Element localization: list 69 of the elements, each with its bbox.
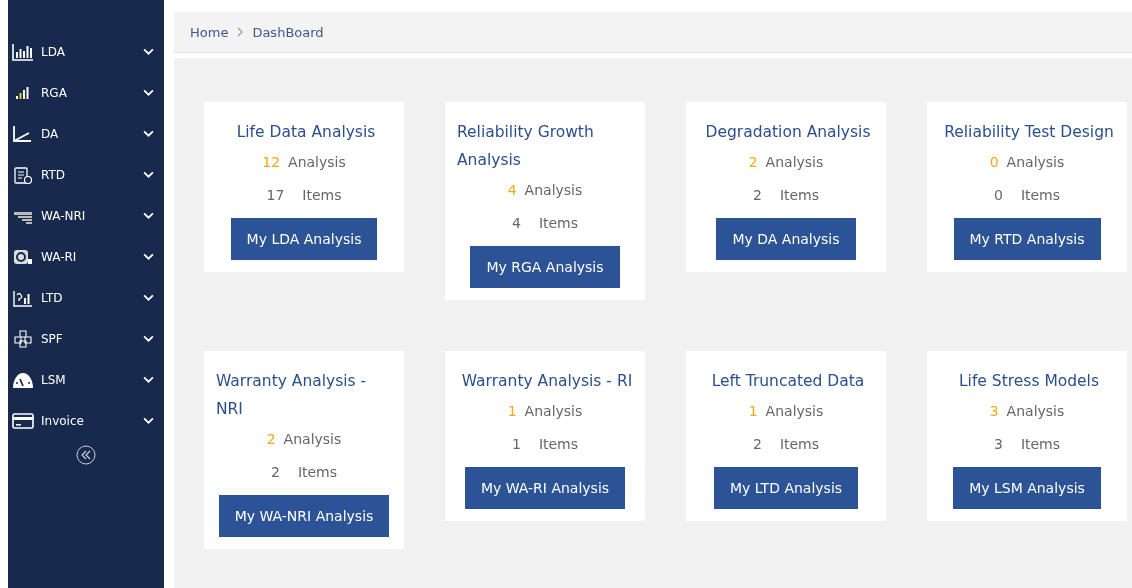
nav-item[interactable]: LDA [8, 31, 164, 72]
card-title: Degradation Analysis [705, 122, 871, 143]
analysis-button[interactable]: My WA-NRI Analysis [218, 495, 390, 537]
items-count: 2 [752, 187, 762, 203]
nav-item[interactable]: RTD [8, 154, 164, 195]
analysis-count: 1 [507, 403, 517, 419]
items-label: Items [1020, 187, 1061, 203]
card-title: Left Truncated Data [711, 371, 865, 392]
breadcrumb-link[interactable]: DashBoard [252, 24, 324, 40]
analysis-button[interactable]: My LDA Analysis [230, 218, 378, 260]
items-count: 17 [266, 187, 285, 203]
card-title: Reliability Test Design [944, 122, 1114, 143]
nav-item[interactable]: RGA [8, 72, 164, 113]
items-label: Items [297, 464, 338, 480]
analysis-count: 12 [262, 154, 281, 170]
card-title: Life Stress Models [958, 371, 1099, 392]
chevron-right-icon [237, 27, 244, 37]
card-title: Life Data Analysis [236, 122, 376, 143]
analysis-button[interactable]: My LSM Analysis [953, 467, 1101, 509]
nav-item[interactable]: LTD [8, 277, 164, 318]
items-label: Items [1020, 436, 1061, 452]
credit-card-icon [12, 411, 34, 430]
analysis-count: 2 [266, 431, 276, 447]
items-label: Items [538, 215, 579, 231]
analysis-label: Analysis [765, 403, 824, 419]
nav-item[interactable]: LSM [8, 359, 164, 400]
gauge-icon [12, 370, 34, 389]
nav-item[interactable]: DA [8, 113, 164, 154]
clipboard-clock-icon [12, 165, 34, 184]
analysis-button[interactable]: My DA Analysis [716, 218, 856, 260]
analysis-count: 0 [989, 154, 999, 170]
nav-item[interactable]: WA-RI [8, 236, 164, 277]
card-title: Reliability Growth Analysis [457, 122, 595, 171]
analysis-label: Analysis [1006, 154, 1065, 170]
collapse-button[interactable] [76, 445, 96, 465]
analysis-count: 3 [989, 403, 999, 419]
analysis-button[interactable]: My WA-RI Analysis [464, 467, 626, 509]
items-label: Items [779, 187, 820, 203]
items-count: 2 [752, 436, 762, 452]
analysis-count: 2 [748, 154, 758, 170]
analysis-button[interactable]: My LTD Analysis [713, 467, 859, 509]
analysis-button[interactable]: My RGA Analysis [470, 246, 620, 288]
analysis-label: Analysis [288, 154, 346, 170]
analysis-label: Analysis [524, 182, 583, 198]
analysis-label: Analysis [524, 403, 583, 419]
analysis-label: Analysis [283, 431, 342, 447]
cubes-icon [12, 329, 34, 348]
items-label: Items [538, 436, 579, 452]
card-title: Warranty Analysis - RI [461, 371, 633, 392]
axis-icon [12, 124, 34, 143]
bar-chart-icon [12, 42, 34, 61]
card-title: Warranty Analysis - NRI [216, 371, 368, 420]
analysis-count: 4 [507, 182, 517, 198]
analysis-button[interactable]: My RTD Analysis [953, 218, 1101, 260]
items-count: 3 [993, 436, 1003, 452]
items-count: 2 [270, 464, 280, 480]
items-label: Items [779, 436, 820, 452]
question-chart-icon [12, 288, 34, 307]
nav-item[interactable]: WA-NRI [8, 195, 164, 236]
analysis-label: Analysis [765, 154, 824, 170]
breadcrumb-link[interactable]: Home [190, 24, 229, 40]
items-count: 4 [511, 215, 521, 231]
nav-item[interactable]: Invoice [8, 400, 164, 441]
analysis-count: 1 [748, 403, 758, 419]
items-count: 0 [993, 187, 1003, 203]
items-count: 1 [511, 436, 521, 452]
analysis-label: Analysis [1006, 403, 1065, 419]
items-label: Items [302, 187, 342, 203]
nav-item[interactable]: SPF [8, 318, 164, 359]
